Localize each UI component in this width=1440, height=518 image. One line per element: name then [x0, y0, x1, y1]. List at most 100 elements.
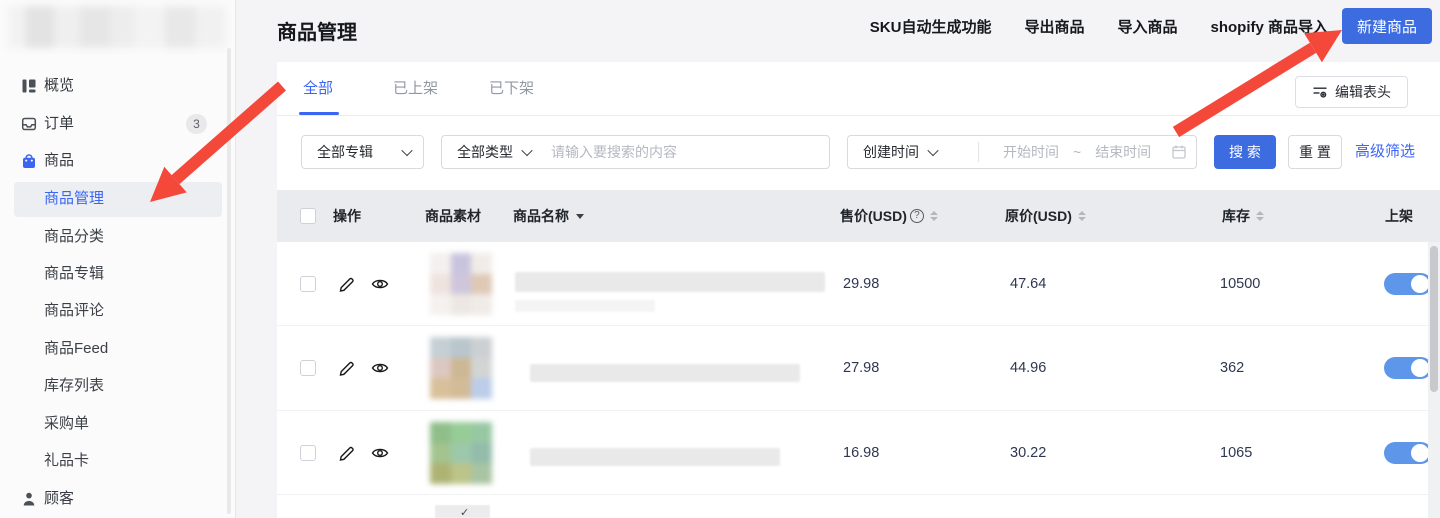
table-row: 27.98 44.96 362	[277, 326, 1440, 411]
table-scrollbar[interactable]	[1428, 242, 1440, 518]
date-range-separator: ~	[1073, 144, 1081, 160]
end-date-input[interactable]: 结束时间	[1095, 142, 1151, 162]
pencil-icon[interactable]	[338, 444, 356, 462]
row-checkbox[interactable]	[300, 445, 316, 461]
store-logo	[8, 6, 226, 48]
sidebar: 概览 订单 3 商品 商品管理 商品分类 商品专辑 商品评论 商品Feed 库存…	[0, 0, 236, 518]
original-price-cell: 44.96	[1010, 326, 1046, 410]
album-select[interactable]: 全部专辑	[301, 135, 424, 169]
price-cell: 29.98	[843, 242, 879, 326]
check-mark: ✓	[460, 506, 469, 518]
pencil-icon[interactable]	[338, 359, 356, 377]
search-button[interactable]: 搜 索	[1214, 135, 1276, 169]
search-input[interactable]	[538, 144, 829, 160]
time-field-select[interactable]: 创建时间	[848, 142, 968, 162]
orders-count-badge: 3	[186, 114, 207, 134]
tab-off-sale[interactable]: 已下架	[489, 62, 534, 115]
sidebar-item-overview[interactable]: 概览	[0, 67, 236, 105]
page-title: 商品管理	[277, 16, 357, 45]
price-cell: 27.98	[843, 326, 879, 410]
sidebar-item-customers[interactable]: 顾客	[0, 480, 236, 518]
on-sale-toggle[interactable]	[1384, 357, 1432, 379]
sidebar-item-product-album[interactable]: 商品专辑	[0, 255, 236, 293]
sidebar-item-orders[interactable]: 订单 3	[0, 105, 236, 143]
product-management-page: 概览 订单 3 商品 商品管理 商品分类 商品专辑 商品评论 商品Feed 库存…	[0, 0, 1440, 518]
stock-cell: 362	[1220, 326, 1244, 410]
stock-cell: 10500	[1220, 242, 1260, 326]
start-date-input[interactable]: 开始时间	[1003, 142, 1059, 162]
tabs-divider	[277, 115, 1440, 116]
product-name-redacted	[515, 272, 825, 292]
column-on-sale: 上架	[1385, 190, 1413, 242]
calendar-icon	[1171, 144, 1187, 160]
sidebar-item-product-category[interactable]: 商品分类	[0, 218, 236, 256]
product-name-redacted	[530, 364, 800, 382]
row-checkbox[interactable]	[300, 360, 316, 376]
search-group: 全部类型	[441, 135, 830, 169]
sidebar-item-purchase-order[interactable]: 采购单	[0, 405, 236, 443]
create-product-button[interactable]: 新建商品	[1342, 8, 1432, 44]
sidebar-item-products[interactable]: 商品	[0, 142, 236, 180]
shopify-import-button[interactable]: shopify 商品导入	[1210, 16, 1328, 37]
dashboard-icon	[21, 78, 37, 94]
column-media: 商品素材	[425, 190, 481, 242]
filter-caret-icon	[576, 214, 584, 219]
column-price[interactable]: 售价(USD) ?	[840, 190, 938, 242]
header-actions: SKU自动生成功能 导出商品 导入商品 shopify 商品导入	[870, 0, 1328, 52]
column-original-price[interactable]: 原价(USD)	[1005, 190, 1086, 242]
reset-button[interactable]: 重 置	[1288, 135, 1342, 169]
column-name[interactable]: 商品名称	[513, 190, 584, 242]
sidebar-item-label: 概览	[44, 67, 74, 105]
sidebar-scrollbar[interactable]	[227, 48, 231, 514]
table-header: 操作 商品素材 商品名称 售价(USD) ? 原价(USD) 库存 上架	[277, 190, 1440, 242]
on-sale-toggle[interactable]	[1384, 273, 1432, 295]
chevron-down-icon	[401, 145, 412, 156]
date-filter-group: 创建时间 开始时间 ~ 结束时间	[847, 135, 1197, 169]
type-select[interactable]: 全部类型	[442, 142, 538, 162]
sidebar-item-product-manage[interactable]: 商品管理	[0, 180, 236, 218]
tab-on-sale[interactable]: 已上架	[393, 62, 438, 115]
price-cell: 16.98	[843, 411, 879, 495]
import-products-button[interactable]: 导入商品	[1117, 16, 1177, 37]
sort-carets-icon[interactable]	[1256, 211, 1264, 221]
person-icon	[21, 491, 37, 507]
sku-auto-generate-button[interactable]: SKU自动生成功能	[870, 16, 992, 37]
advanced-filter-link[interactable]: 高级筛选	[1355, 135, 1415, 169]
sort-carets-icon[interactable]	[1078, 211, 1086, 221]
pencil-icon[interactable]	[338, 275, 356, 293]
original-price-cell: 30.22	[1010, 411, 1046, 495]
product-list-card: 全部 已上架 已下架 编辑表头 全部专辑 全部类型 创建时间	[277, 62, 1440, 518]
on-sale-toggle[interactable]	[1384, 442, 1432, 464]
select-all-checkbox[interactable]	[300, 208, 316, 224]
product-image[interactable]	[430, 253, 492, 315]
eye-icon[interactable]	[371, 444, 389, 462]
product-image[interactable]	[430, 337, 492, 399]
column-action: 操作	[333, 190, 361, 242]
edit-columns-button[interactable]: 编辑表头	[1295, 76, 1408, 108]
eye-icon[interactable]	[371, 359, 389, 377]
product-image[interactable]	[430, 422, 492, 484]
sidebar-item-gift-card[interactable]: 礼品卡	[0, 442, 236, 480]
sidebar-item-product-reviews[interactable]: 商品评论	[0, 292, 236, 330]
sidebar-item-product-feed[interactable]: 商品Feed	[0, 330, 236, 368]
scrollbar-thumb[interactable]	[1430, 246, 1438, 392]
sidebar-item-inventory-list[interactable]: 库存列表	[0, 367, 236, 405]
eye-icon[interactable]	[371, 275, 389, 293]
sidebar-item-label: 商品	[44, 142, 74, 180]
help-circle-icon[interactable]: ?	[910, 209, 924, 223]
sort-carets-icon[interactable]	[930, 211, 938, 221]
product-name-redacted	[515, 300, 655, 312]
column-stock[interactable]: 库存	[1222, 190, 1264, 242]
table-row: 29.98 47.64 10500	[277, 242, 1440, 326]
original-price-cell: 47.64	[1010, 242, 1046, 326]
inbox-icon	[21, 116, 37, 132]
edit-columns-icon	[1312, 84, 1328, 100]
chevron-down-icon	[927, 145, 938, 156]
divider	[978, 142, 979, 162]
tab-all[interactable]: 全部	[303, 62, 333, 115]
chevron-down-icon	[521, 145, 532, 156]
stock-cell: 1065	[1220, 411, 1252, 495]
row-checkbox[interactable]	[300, 276, 316, 292]
export-products-button[interactable]: 导出商品	[1024, 16, 1084, 37]
table-row-partial: ✓	[277, 495, 1440, 518]
